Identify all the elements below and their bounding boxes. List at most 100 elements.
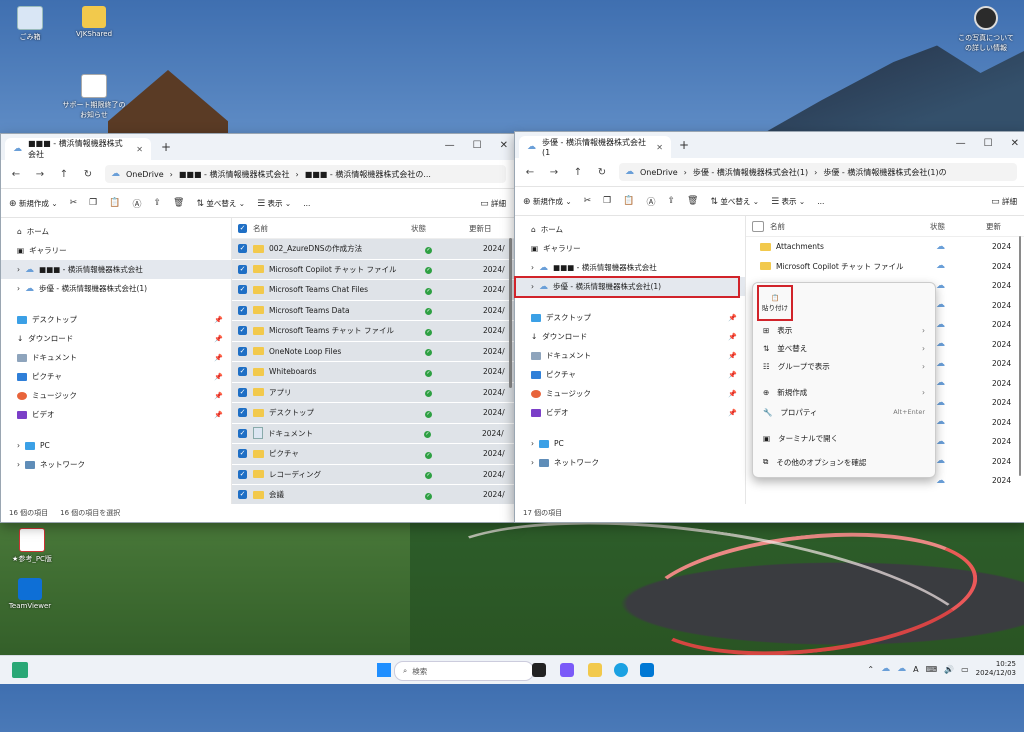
desktop-icon-support-notice[interactable]: サポート期限終了のお知らせ: [62, 74, 126, 120]
sidebar-item-gallery[interactable]: ▣ ギャラリー: [515, 239, 745, 258]
table-row[interactable]: ✓ 002_AzureDNSの作成方法 ✓ 2024/: [232, 239, 514, 260]
column-status[interactable]: 状態: [411, 223, 469, 234]
sidebar-item-pictures[interactable]: ピクチャ 📌: [1, 367, 231, 386]
paste-icon[interactable]: 📋: [623, 196, 634, 206]
sort-button[interactable]: ⇅ 並べ替え ⌄: [196, 198, 245, 209]
copilot-icon[interactable]: [560, 663, 574, 677]
table-row[interactable]: ✓ アプリ ✓ 2024/: [232, 382, 514, 403]
menu-item-group[interactable]: ☷ グループで表示 ›: [763, 357, 925, 375]
table-row[interactable]: ✓ 会議 ✓ 2024/: [232, 485, 514, 504]
row-checkbox[interactable]: ✓: [238, 428, 247, 438]
table-row[interactable]: ✓ Microsoft Teams チャット ファイル ✓ 2024/: [232, 321, 514, 342]
cut-icon[interactable]: ✂: [584, 196, 592, 206]
column-name[interactable]: 名前: [770, 221, 930, 232]
new-tab-button[interactable]: +: [161, 140, 171, 154]
row-checkbox[interactable]: ✓: [238, 346, 247, 356]
table-row[interactable]: ✓ OneNote Loop Files ✓ 2024/: [232, 341, 514, 362]
row-checkbox[interactable]: ✓: [238, 264, 247, 274]
paste-menu-button[interactable]: 📋 貼り付け: [757, 285, 793, 321]
row-checkbox[interactable]: ✓: [238, 469, 247, 479]
share-icon[interactable]: ⇪: [153, 198, 161, 208]
new-button[interactable]: ⊕ 新規作成 ⌄: [523, 196, 572, 207]
sidebar-item-network[interactable]: › ネットワーク: [515, 453, 745, 472]
menu-item-view[interactable]: ⊞ 表示 ›: [763, 321, 925, 339]
sidebar-item-documents[interactable]: ドキュメント 📌: [1, 348, 231, 367]
maximize-button[interactable]: ☐: [473, 140, 482, 151]
desktop-icon-reference-pc[interactable]: ★参考_PC版: [2, 528, 62, 564]
sidebar-item-home[interactable]: ⌂ ホーム: [1, 222, 231, 241]
details-button[interactable]: ▭ 詳細: [991, 196, 1017, 207]
cut-icon[interactable]: ✂: [70, 198, 78, 208]
menu-item-properties[interactable]: 🔧 プロパティ Alt+Enter: [763, 403, 925, 421]
column-modified[interactable]: 更新日: [469, 223, 492, 234]
network-tray-icon[interactable]: ⌨: [926, 665, 938, 674]
windows-start-icon[interactable]: [377, 663, 391, 677]
select-all-checkbox[interactable]: ✓: [238, 223, 247, 233]
sidebar-item-onedrive-1[interactable]: › ☁ ■■■ - 横浜情報機器株式会社: [515, 258, 745, 277]
refresh-icon[interactable]: ↻: [595, 167, 609, 178]
up-icon[interactable]: ↑: [571, 167, 585, 178]
sidebar-item-videos[interactable]: ビデオ 📌: [515, 403, 745, 422]
desktop-icon-recycle-bin[interactable]: ごみ箱: [2, 6, 58, 42]
sidebar-item-onedrive-1[interactable]: › ☁ ■■■ - 横浜情報機器株式会社: [1, 260, 231, 279]
rename-icon[interactable]: Ⓐ: [646, 195, 655, 208]
rename-icon[interactable]: Ⓐ: [132, 197, 141, 210]
table-row[interactable]: ✓ ドキュメント ✓ 2024/: [232, 423, 514, 444]
sidebar-item-home[interactable]: ⌂ ホーム: [515, 220, 745, 239]
edge-icon[interactable]: [614, 663, 628, 677]
delete-icon[interactable]: 🗑: [687, 196, 698, 206]
back-icon[interactable]: ←: [9, 169, 23, 180]
sidebar-item-documents[interactable]: ドキュメント 📌: [515, 346, 745, 365]
table-row[interactable]: ✓ Whiteboards ✓ 2024/: [232, 362, 514, 383]
row-checkbox[interactable]: ✓: [238, 244, 247, 254]
input-method-icon[interactable]: A: [913, 665, 918, 674]
store-icon[interactable]: [640, 663, 654, 677]
onedrive-tray-icon-2[interactable]: ☁: [897, 664, 906, 674]
row-checkbox[interactable]: ✓: [238, 285, 247, 295]
table-row[interactable]: Attachments ☁ 2024: [746, 237, 1024, 257]
minimize-button[interactable]: —: [445, 140, 455, 151]
row-checkbox[interactable]: ✓: [238, 387, 247, 397]
desktop-icon-vjkshared[interactable]: VJKShared: [66, 6, 122, 38]
address-breadcrumb[interactable]: ☁ OneDrive › 歩優 - 横浜情報機器株式会社(1) › 歩優 - 横…: [619, 163, 1017, 181]
menu-item-terminal[interactable]: ▣ ターミナルで開く: [763, 429, 925, 447]
table-row[interactable]: ✓ レコーディング ✓ 2024/: [232, 464, 514, 485]
desktop-icon-teamviewer[interactable]: TeamViewer: [2, 578, 58, 610]
menu-item-more-options[interactable]: ⧉ その他のオプションを確認: [763, 453, 925, 471]
column-status[interactable]: 状態: [930, 221, 986, 232]
maximize-button[interactable]: ☐: [984, 138, 993, 149]
sidebar-item-pictures[interactable]: ピクチャ 📌: [515, 365, 745, 384]
column-modified[interactable]: 更新: [986, 221, 1001, 232]
share-icon[interactable]: ⇪: [667, 196, 675, 206]
new-tab-button[interactable]: +: [679, 138, 689, 152]
taskbar-search[interactable]: ⌕ 検索: [394, 661, 534, 681]
forward-icon[interactable]: →: [547, 167, 561, 178]
forward-icon[interactable]: →: [33, 169, 47, 180]
table-row[interactable]: Microsoft Copilot チャット ファイル ☁ 2024: [746, 257, 1024, 277]
sidebar-item-desktop[interactable]: デスクトップ 📌: [515, 308, 745, 327]
clock[interactable]: 10:25 2024/12/03: [976, 660, 1016, 678]
tab-right-onedrive[interactable]: ☁ 歩優 - 横浜情報機器株式会社(1 ✕: [519, 136, 671, 158]
row-checkbox[interactable]: ✓: [238, 490, 247, 500]
details-button[interactable]: ▭ 詳細: [480, 198, 506, 209]
more-button[interactable]: ...: [303, 199, 310, 208]
tab-left-onedrive[interactable]: ☁ ■■■ - 横浜情報機器株式会社 ✕: [5, 138, 151, 160]
row-checkbox[interactable]: ✓: [238, 408, 247, 418]
sidebar-item-videos[interactable]: ビデオ 📌: [1, 405, 231, 424]
sidebar-item-pc[interactable]: › PC: [1, 436, 231, 455]
row-checkbox[interactable]: ✓: [238, 305, 247, 315]
widgets-icon[interactable]: [12, 662, 28, 678]
column-name[interactable]: 名前: [253, 223, 411, 234]
onedrive-tray-icon[interactable]: ☁: [881, 664, 890, 674]
sidebar-item-music[interactable]: ミュージック 📌: [515, 384, 745, 403]
new-button[interactable]: ⊕ 新規作成 ⌄: [9, 198, 58, 209]
chevron-up-icon[interactable]: ⌃: [867, 665, 874, 674]
sidebar-item-music[interactable]: ミュージック 📌: [1, 386, 231, 405]
sidebar-item-desktop[interactable]: デスクトップ 📌: [1, 310, 231, 329]
photo-info-button[interactable]: この写真についての詳しい情報: [956, 6, 1016, 53]
vertical-scrollbar[interactable]: [1019, 236, 1021, 476]
select-all-checkbox[interactable]: [752, 220, 764, 232]
vertical-scrollbar[interactable]: [509, 238, 512, 388]
refresh-icon[interactable]: ↻: [81, 169, 95, 180]
copy-icon[interactable]: ❐: [89, 198, 97, 208]
